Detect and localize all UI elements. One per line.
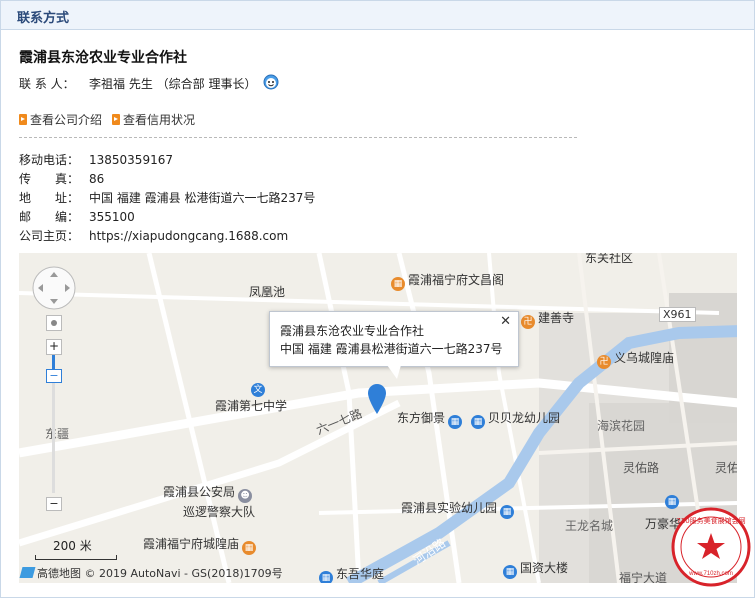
- poi-label[interactable]: ▦ 霞浦福宁府文昌阁: [391, 271, 504, 291]
- info-window-title: 霞浦县东沧农业专业合作社: [280, 324, 425, 338]
- building-icon: ▦: [448, 415, 463, 429]
- poi-label[interactable]: ▦ 东吾华庭: [319, 565, 384, 583]
- building-icon: ▦: [503, 565, 517, 579]
- contact-value: 李祖福 先生 （综合部 理事长）: [89, 77, 257, 91]
- info-window-address: 中国 福建 霞浦县松港街道六一七路237号: [280, 342, 503, 356]
- contact-panel: 联系方式 霞浦县东沧农业专业合作社 联 系 人： 李祖福 先生 （综合部 理事长）…: [0, 0, 755, 598]
- svg-text:www.710zh.com: www.710zh.com: [688, 571, 733, 577]
- poi-label[interactable]: 东关社区: [585, 253, 633, 266]
- map-view[interactable]: 东关社区 凤凰池 ▦ 霞浦福宁府文昌阁 卍建善寺 X961 卍义乌城隍庙 文霞浦第…: [19, 253, 737, 583]
- poi-label[interactable]: 凤凰池: [249, 283, 285, 300]
- zoom-slider-handle[interactable]: −: [46, 369, 62, 383]
- police-icon: ☻: [238, 489, 253, 503]
- map-info-window: 霞浦县东沧农业专业合作社 中国 福建 霞浦县松港街道六一七路237号 ✕: [269, 311, 519, 367]
- area-label: 海滨花园: [597, 419, 646, 433]
- road-label: 灵佑: [715, 461, 737, 475]
- poi-label[interactable]: 霞浦县实验幼儿园 ▦: [401, 499, 517, 519]
- info-row-postcode: 邮 编： 355100: [19, 210, 135, 224]
- temple-icon: 卍: [597, 355, 611, 369]
- poi-label[interactable]: 文霞浦第七中学: [215, 379, 287, 414]
- homepage-link[interactable]: https://xiapudongcang.1688.com: [89, 229, 288, 243]
- info-window-tail: [387, 365, 401, 379]
- info-row-mobile: 移动电话： 13850359167: [19, 153, 173, 167]
- school-icon: 文: [251, 383, 265, 397]
- panel-header: 联系方式: [1, 1, 754, 30]
- poi-label[interactable]: ▦ 贝贝龙幼儿园: [471, 409, 560, 429]
- panel-title: 联系方式: [17, 11, 70, 26]
- school-icon: ▦: [471, 415, 485, 429]
- map-scale: 200 米: [35, 537, 117, 560]
- road-label: 灵佑路: [623, 461, 660, 475]
- poi-label[interactable]: 霞浦县公安局 ☻ 巡逻警察大队: [163, 483, 255, 520]
- school-icon: ▦: [500, 505, 515, 519]
- view-company-intro-link[interactable]: 查看公司介绍: [19, 113, 102, 127]
- svg-text:710服务美食展馆会网: 710服务美食展馆会网: [676, 516, 745, 525]
- contact-label: 联 系 人：: [19, 77, 75, 91]
- map-copyright: 高德地图 © 2019 AutoNavi - GS(2018)1709号: [19, 565, 283, 581]
- temple-icon: 卍: [521, 315, 535, 329]
- watermark-stamp: www.710zh.com 710服务美食展馆会网: [671, 507, 751, 587]
- company-links: 查看公司介绍 查看信用状况: [19, 111, 205, 128]
- road-shield: X961: [659, 307, 696, 322]
- locate-icon[interactable]: [46, 315, 62, 331]
- amap-logo-icon: [19, 567, 36, 578]
- zoom-in-button[interactable]: +: [46, 339, 62, 355]
- view-credit-status-link[interactable]: 查看信用状况: [112, 113, 195, 127]
- zoom-control: + − −: [46, 339, 62, 511]
- area-label: 王龙名城: [565, 519, 614, 533]
- info-row-fax: 传 真： 86: [19, 172, 105, 186]
- road-label: 福宁大道: [619, 571, 668, 583]
- close-icon[interactable]: ✕: [500, 314, 511, 329]
- temple-icon: ▦: [242, 541, 257, 555]
- arrow-bullet-icon: [112, 114, 121, 125]
- scale-bar: [35, 555, 117, 560]
- pan-control[interactable]: [31, 265, 77, 311]
- info-row-address: 地 址： 中国 福建 霞浦县 松港街道六一七路237号: [19, 191, 316, 205]
- poi-label[interactable]: ▦ 国资大楼: [503, 559, 568, 579]
- info-row-homepage: 公司主页： https://xiapudongcang.1688.com: [19, 229, 289, 243]
- zoom-out-button[interactable]: −: [46, 497, 62, 511]
- building-icon: ▦: [319, 571, 333, 583]
- temple-icon: ▦: [391, 277, 405, 291]
- divider: [19, 137, 577, 138]
- poi-label[interactable]: 卍义乌城隍庙: [597, 349, 674, 369]
- poi-label[interactable]: 东方御景 ▦: [397, 409, 465, 429]
- poi-label[interactable]: 霞浦福宁府城隍庙 ▦: [143, 535, 259, 555]
- location-marker-icon[interactable]: [367, 383, 387, 415]
- company-name: 霞浦县东沧农业专业合作社: [19, 50, 187, 66]
- chat-smiley-icon[interactable]: [263, 74, 279, 90]
- poi-label[interactable]: 卍建善寺: [521, 309, 574, 329]
- contact-person-row: 联 系 人： 李祖福 先生 （综合部 理事长）: [19, 75, 256, 92]
- arrow-bullet-icon: [19, 114, 27, 125]
